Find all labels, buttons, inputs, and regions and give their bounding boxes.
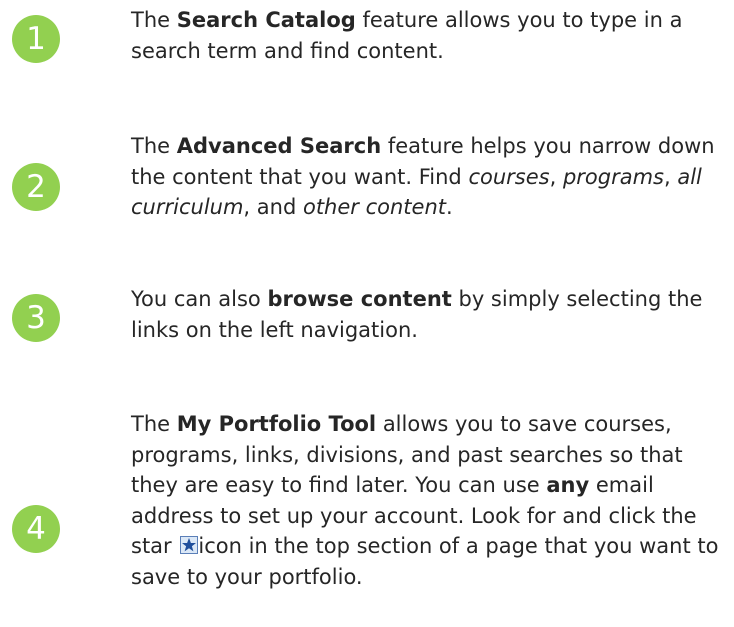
text-segment: ,	[549, 164, 563, 189]
content-type: programs	[562, 164, 664, 189]
step-2-description: The Advanced Search feature helps you na…	[131, 131, 731, 223]
step-1-description: The Search Catalog feature allows you to…	[131, 5, 731, 66]
star-icon	[180, 532, 199, 554]
step-4-description: The My Portfolio Tool allows you to save…	[131, 409, 731, 592]
step-number-badge: 3	[12, 294, 60, 342]
text-segment: The	[131, 134, 177, 158]
text-segment: ,	[663, 164, 678, 189]
text-segment: , and	[243, 195, 303, 219]
content-type: other content	[302, 195, 446, 219]
feature-name: My Portfolio Tool	[176, 412, 377, 436]
text-segment: The	[131, 412, 177, 436]
text-segment: .	[446, 195, 453, 219]
text-segment: You can also	[131, 287, 268, 311]
content-type: courses	[468, 164, 550, 189]
step-number-badge: 1	[12, 15, 60, 63]
feature-name: Search Catalog	[176, 8, 356, 32]
feature-name: browse content	[267, 287, 452, 311]
step-number-badge: 2	[12, 163, 60, 211]
text-segment: The	[131, 8, 177, 32]
step-number-badge: 4	[12, 505, 60, 553]
text-segment: icon in the top section of a page that y…	[131, 534, 719, 589]
feature-name: Advanced Search	[176, 134, 382, 158]
step-3-description: You can also browse content by simply se…	[131, 284, 731, 345]
emphasis: any	[546, 473, 590, 497]
